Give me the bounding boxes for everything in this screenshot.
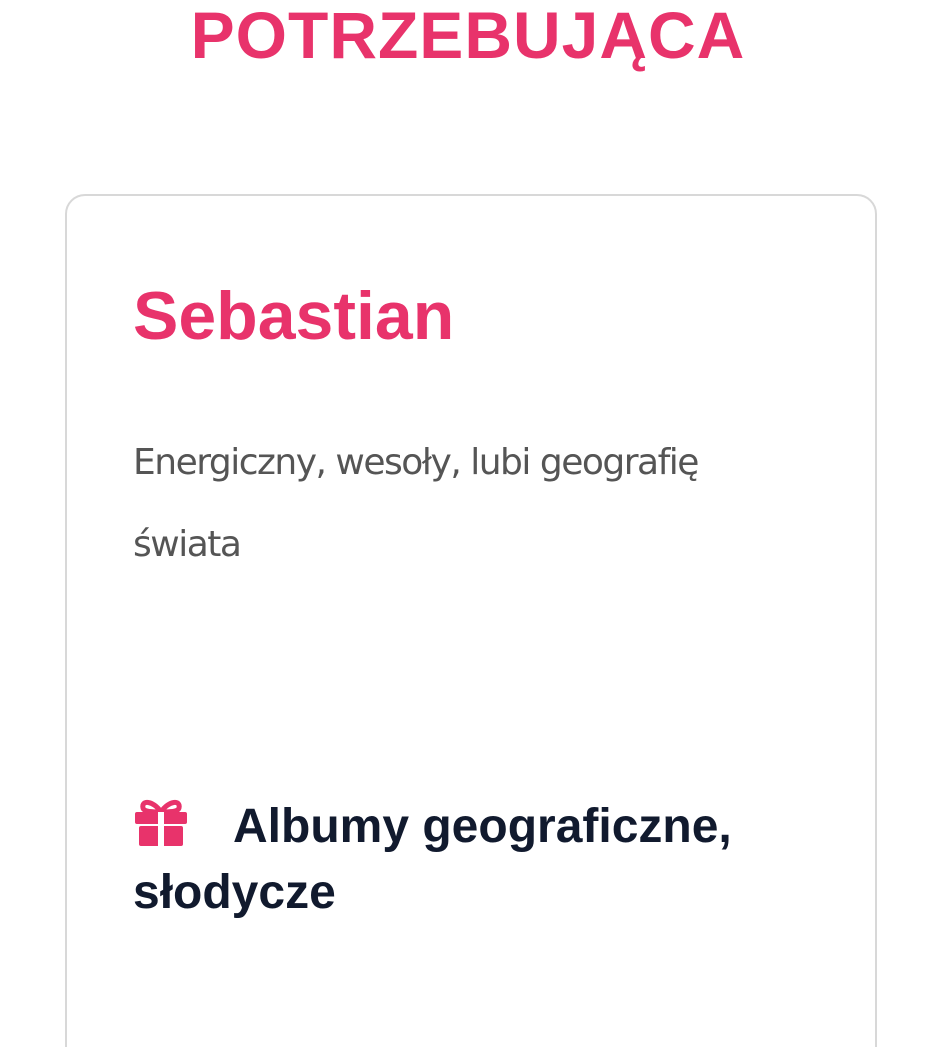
person-description: Energiczny, wesoły, lubi geografię świat… <box>133 442 699 565</box>
gift-text: Albumy geograficzne, słodycze <box>133 800 732 919</box>
gift-icon <box>133 798 189 846</box>
page-title: POTRZEBUJĄCA <box>190 0 746 72</box>
person-name: Sebastian <box>133 278 455 354</box>
person-card: Sebastian Energiczny, wesoły, lubi geogr… <box>65 194 877 1047</box>
gift-wish: Albumy geograficzne, słodycze <box>133 794 833 926</box>
